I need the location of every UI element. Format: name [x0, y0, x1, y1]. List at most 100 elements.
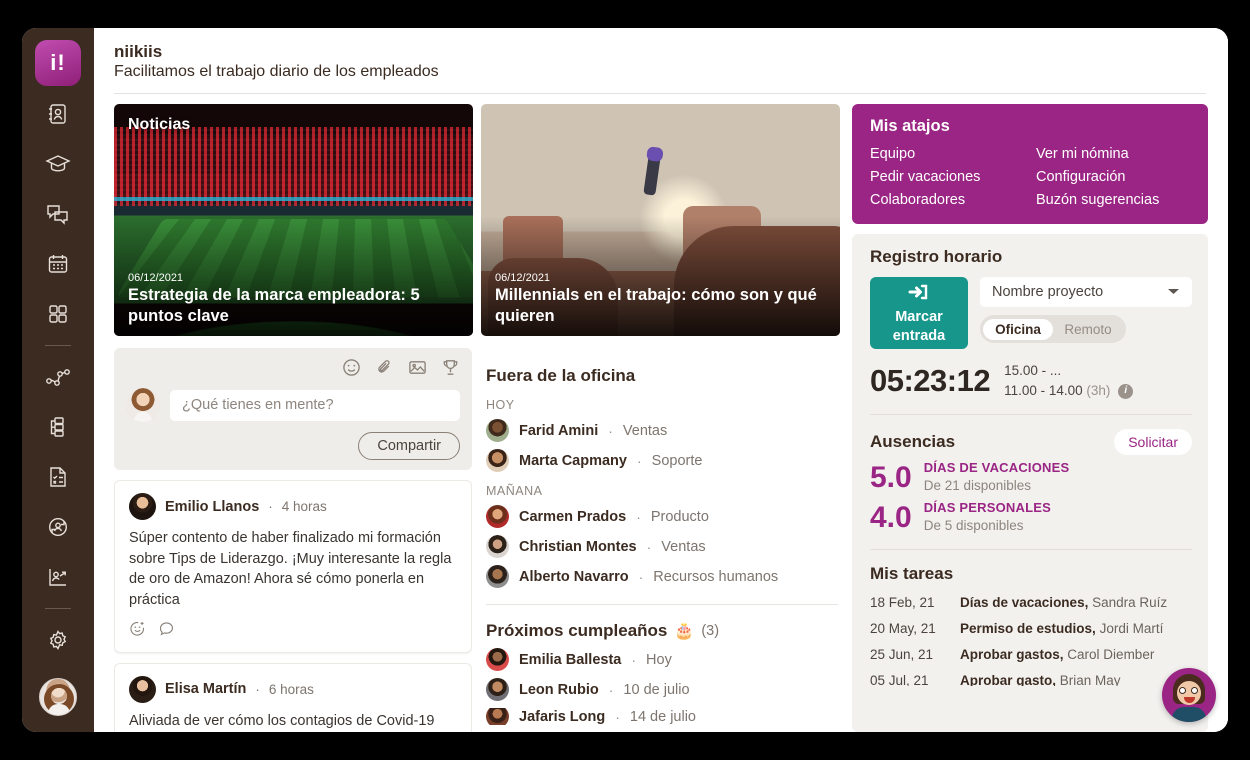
time-entry-closed: 11.00 - 14.00: [1004, 382, 1083, 398]
list-item[interactable]: Emilia Ballesta · Hoy: [486, 648, 838, 671]
table-row[interactable]: 18 Feb, 21 Días de vacaciones, Sandra Ru…: [870, 595, 1192, 610]
chat-bubbles-icon: [45, 202, 71, 231]
person-name: Carmen Prados: [519, 508, 627, 525]
chat-assistant-button[interactable]: [1162, 668, 1216, 722]
image-icon[interactable]: [408, 358, 427, 382]
page-header: niikiis Facilitamos el trabajo diario de…: [94, 28, 1228, 95]
post-separator: ·: [268, 499, 273, 515]
separator: ·: [636, 508, 641, 525]
shortcuts-panel: Mis atajos Equipo Ver mi nómina Pedir va…: [852, 104, 1208, 225]
sidebar-item-apps[interactable]: [36, 296, 80, 336]
absences-title: Ausencias: [870, 432, 956, 452]
shortcut-configuracion[interactable]: Configuración: [1036, 169, 1192, 185]
out-of-office-group-label: MAÑANA: [486, 484, 543, 498]
mode-option-remoto[interactable]: Remoto: [1053, 319, 1123, 340]
list-item[interactable]: Christian Montes · Ventas: [486, 535, 838, 558]
punch-in-button[interactable]: Marcar entrada: [870, 277, 968, 350]
news-card-2[interactable]: 06/12/2021 Millennials en el trabajo: có…: [481, 104, 840, 337]
separator: ·: [631, 651, 637, 668]
shortcut-colaboradores[interactable]: Colaboradores: [870, 192, 1026, 208]
shortcut-nomina[interactable]: Ver mi nómina: [1036, 146, 1192, 162]
separator: ·: [608, 681, 614, 698]
user-refresh-icon: [46, 515, 70, 544]
post-body: Aliviada de ver cómo los contagios de Co…: [129, 712, 435, 729]
sidebar-item-settings[interactable]: [36, 622, 80, 662]
person-name: Christian Montes: [519, 538, 637, 555]
news-card-1[interactable]: Noticias 06/12/2021 Estrategia de la mar…: [114, 104, 473, 337]
list-item[interactable]: Marta Capmany · Soporte: [486, 449, 838, 472]
post-author-name: Emilio Llanos: [165, 498, 260, 515]
mode-option-oficina[interactable]: Oficina: [983, 318, 1053, 340]
emoji-icon[interactable]: [342, 358, 361, 382]
list-item[interactable]: Carmen Prados · Producto: [486, 505, 838, 528]
shortcuts-grid: Equipo Ver mi nómina Pedir vacaciones Co…: [870, 146, 1192, 208]
sidebar-item-evaluation[interactable]: [36, 509, 80, 549]
time-entries: 15.00 - ... 11.00 - 14.00 (3h) i: [1004, 361, 1134, 401]
panel-divider-2: [870, 549, 1192, 551]
paperclip-icon[interactable]: [375, 358, 394, 382]
info-icon[interactable]: i: [1118, 383, 1134, 399]
shortcut-buzon[interactable]: Buzón sugerencias: [1036, 192, 1192, 208]
main-content: niikiis Facilitamos el trabajo diario de…: [94, 28, 1228, 732]
separator: ·: [638, 568, 644, 585]
birthday-date: 10 de julio: [623, 681, 690, 698]
shortcut-vacaciones[interactable]: Pedir vacaciones: [870, 169, 1026, 185]
post-timestamp: 6 horas: [268, 681, 314, 697]
out-of-office-title: Fuera de la oficina: [486, 366, 636, 385]
punch-in-label-2: entrada: [892, 327, 946, 344]
table-row[interactable]: 05 Jul, 21 Aprobar gasto, Brian May: [870, 673, 1192, 686]
share-button[interactable]: Compartir: [358, 432, 460, 461]
post-body: Súper contento de haber finalizado mi fo…: [129, 530, 452, 608]
birthday-date: 14 de julio: [629, 708, 696, 725]
news-title: Estrategia de la marca empleadora: 5 pun…: [128, 286, 420, 325]
list-item[interactable]: Leon Rubio · 10 de julio: [486, 678, 838, 701]
sidebar-item-contacts[interactable]: [36, 96, 80, 136]
absence-sublabel: De 5 disponibles: [923, 518, 1024, 534]
request-absence-button[interactable]: Solicitar: [1114, 429, 1192, 456]
news-date: 06/12/2021: [128, 272, 184, 285]
composer-icon-row: [126, 358, 460, 382]
sidebar-item-checklist[interactable]: [36, 459, 80, 499]
composer-actions: Compartir: [126, 432, 460, 461]
separator: ·: [636, 452, 642, 469]
shortcut-equipo[interactable]: Equipo: [870, 146, 1026, 162]
sidebar-item-training[interactable]: [36, 146, 80, 186]
list-item[interactable]: Farid Amini · Ventas: [486, 419, 838, 442]
person-name: Alberto Navarro: [519, 568, 629, 585]
avatar: [486, 505, 509, 528]
table-row[interactable]: 20 May, 21 Permiso de estudios, Jordi Ma…: [870, 621, 1192, 636]
trophy-icon[interactable]: [441, 358, 460, 382]
person-name: Leon Rubio: [519, 681, 599, 698]
punch-in-icon: [907, 282, 931, 307]
time-entry-duration: (3h): [1086, 382, 1111, 398]
sidebar-item-org-chart[interactable]: [36, 409, 80, 449]
comment-icon[interactable]: [158, 620, 175, 642]
news-section-label: Noticias: [128, 116, 191, 134]
composer-input[interactable]: [170, 389, 460, 421]
sidebar-item-performance[interactable]: [36, 559, 80, 599]
post-author-avatar[interactable]: [129, 675, 156, 703]
app-logo[interactable]: i!: [35, 40, 81, 86]
sidebar-item-network[interactable]: [36, 359, 80, 399]
separator: ·: [615, 708, 620, 725]
work-mode-toggle[interactable]: Oficina Remoto: [980, 315, 1126, 344]
sidebar-user-avatar[interactable]: [39, 678, 77, 716]
sidebar-item-calendar[interactable]: [36, 246, 80, 286]
checklist-document-icon: [47, 465, 69, 494]
sidebar-item-chat[interactable]: [36, 196, 80, 236]
list-item[interactable]: Jafaris Long · 14 de julio: [486, 708, 838, 725]
task-person: Sandra Ruíz: [1092, 595, 1168, 611]
post-author-avatar[interactable]: [129, 493, 156, 521]
person-department: Soporte: [651, 452, 703, 469]
birthday-date: Hoy: [646, 651, 672, 668]
list-item[interactable]: Alberto Navarro · Recursos humanos: [486, 565, 838, 588]
table-row[interactable]: 25 Jun, 21 Aprobar gastos, Carol Diember: [870, 647, 1192, 662]
post-header: Emilio Llanos · 4 horas: [129, 493, 457, 521]
news-date: 06/12/2021: [495, 272, 551, 285]
project-select[interactable]: Nombre proyecto: [980, 277, 1192, 308]
post-item: Elisa Martín · 6 horas Aliviada de ver c…: [114, 662, 472, 732]
add-reaction-icon[interactable]: [129, 620, 146, 642]
tasks-title: Mis tareas: [870, 564, 954, 584]
time-entry-closed-row: 11.00 - 14.00 (3h) i: [1004, 381, 1134, 401]
person-department: Ventas: [622, 422, 668, 439]
